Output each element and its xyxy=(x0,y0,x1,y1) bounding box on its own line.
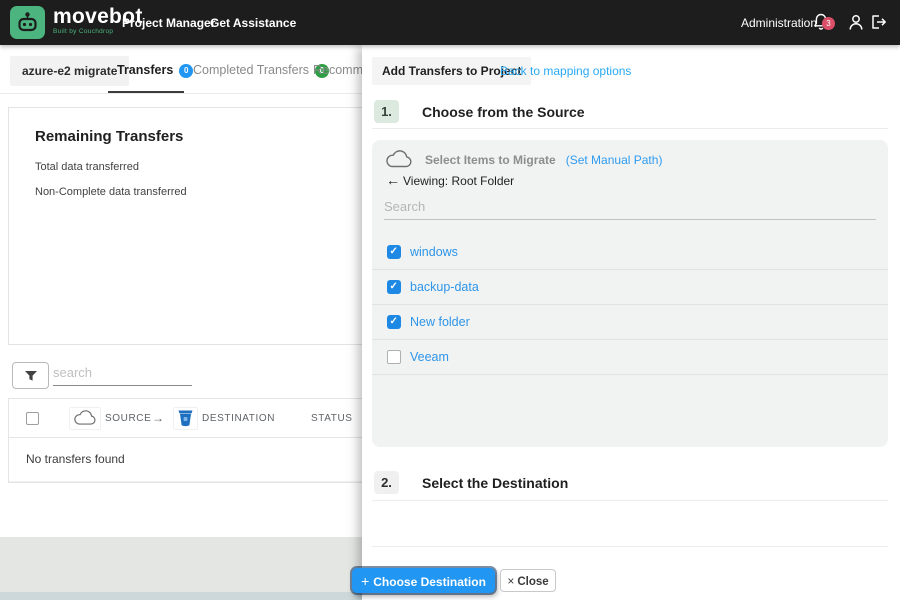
checkbox-icon[interactable] xyxy=(387,315,401,329)
movebot-logo[interactable] xyxy=(10,6,45,39)
source-item-veeam[interactable]: Veeam xyxy=(372,340,888,375)
plus-icon: + xyxy=(361,572,370,589)
select-all-checkbox[interactable] xyxy=(26,411,39,425)
user-account-icon[interactable] xyxy=(847,12,865,32)
close-icon: × xyxy=(507,573,515,588)
close-button[interactable]: × Close xyxy=(500,569,556,592)
arrow-right-icon: → xyxy=(152,411,165,425)
step2-number: 2. xyxy=(374,471,399,494)
viewing-root-folder[interactable]: ← Viewing: Root Folder xyxy=(386,172,514,188)
source-picker-card: Select Items to Migrate (Set Manual Path… xyxy=(372,140,888,447)
back-to-mapping-link[interactable]: Back to mapping options xyxy=(500,64,631,78)
nav-link-project-manager[interactable]: Project Manager xyxy=(122,16,215,30)
checkbox-icon[interactable] xyxy=(387,245,401,259)
divider xyxy=(372,546,888,547)
source-cloud-icon xyxy=(69,406,101,430)
source-item-label: New folder xyxy=(410,315,470,329)
source-item-label: windows xyxy=(410,245,458,259)
destination-column-header: DESTINATION xyxy=(202,412,276,424)
step2-header: 2. Select the Destination xyxy=(374,471,568,494)
project-name-chip[interactable]: azure-e2 migrate xyxy=(10,56,130,86)
app-root: movebot Built by Couchdrop Project Manag… xyxy=(0,0,900,600)
logout-icon[interactable] xyxy=(868,12,888,32)
notification-count-badge: 3 xyxy=(822,17,835,30)
transfers-count-badge: 0 xyxy=(179,64,194,78)
divider xyxy=(372,128,888,129)
source-column-header: SOURCE xyxy=(105,412,152,424)
viewing-label: Viewing: Root Folder xyxy=(403,174,515,188)
tab-transfers[interactable]: Transfers 0 xyxy=(117,63,194,78)
close-label: Close xyxy=(517,575,549,588)
source-item-label: backup-data xyxy=(410,280,479,294)
step2-title: Select the Destination xyxy=(422,474,569,491)
add-transfers-drawer: Add Transfers to Project Back to mapping… xyxy=(352,45,900,600)
tab-transfers-label: Transfers xyxy=(117,63,174,77)
checkbox-icon[interactable] xyxy=(387,280,401,294)
source-item-list: windows backup-data New folder Veeam xyxy=(372,235,888,375)
destination-bucket-icon xyxy=(173,406,198,430)
checkbox-icon[interactable] xyxy=(387,350,401,364)
nav-link-administration[interactable]: Administration xyxy=(741,16,817,30)
back-arrow-icon: ← xyxy=(386,172,400,188)
set-manual-path-link[interactable]: (Set Manual Path) xyxy=(566,153,663,167)
status-column-header: STATUS xyxy=(311,412,353,424)
nav-link-get-assistance[interactable]: Get Assistance xyxy=(210,16,296,30)
step1-header: 1. Choose from the Source xyxy=(374,100,585,123)
source-item-new-folder[interactable]: New folder xyxy=(372,305,888,340)
transfers-search-input[interactable] xyxy=(53,360,192,386)
funnel-icon xyxy=(24,370,38,382)
picker-heading: Select Items to Migrate xyxy=(425,152,556,167)
cloud-icon xyxy=(385,150,413,169)
filter-button[interactable] xyxy=(12,362,49,389)
source-item-label: Veeam xyxy=(410,350,449,364)
robot-icon xyxy=(15,10,40,35)
source-item-windows[interactable]: windows xyxy=(372,235,888,270)
picker-search-input[interactable] xyxy=(384,194,876,220)
source-item-backup-data[interactable]: backup-data xyxy=(372,270,888,305)
picker-header: Select Items to Migrate (Set Manual Path… xyxy=(385,150,662,169)
step1-number: 1. xyxy=(374,100,399,123)
divider xyxy=(372,500,888,501)
active-tab-underline xyxy=(108,91,184,93)
tab-completed-transfers[interactable]: Completed Transfers 0 xyxy=(193,63,330,78)
choose-destination-button[interactable]: + Choose Destination xyxy=(352,568,495,593)
step1-title: Choose from the Source xyxy=(422,103,585,120)
tab-completed-label: Completed Transfers xyxy=(193,63,310,77)
choose-destination-label: Choose Destination xyxy=(373,574,486,589)
top-navbar: movebot Built by Couchdrop Project Manag… xyxy=(0,0,900,45)
